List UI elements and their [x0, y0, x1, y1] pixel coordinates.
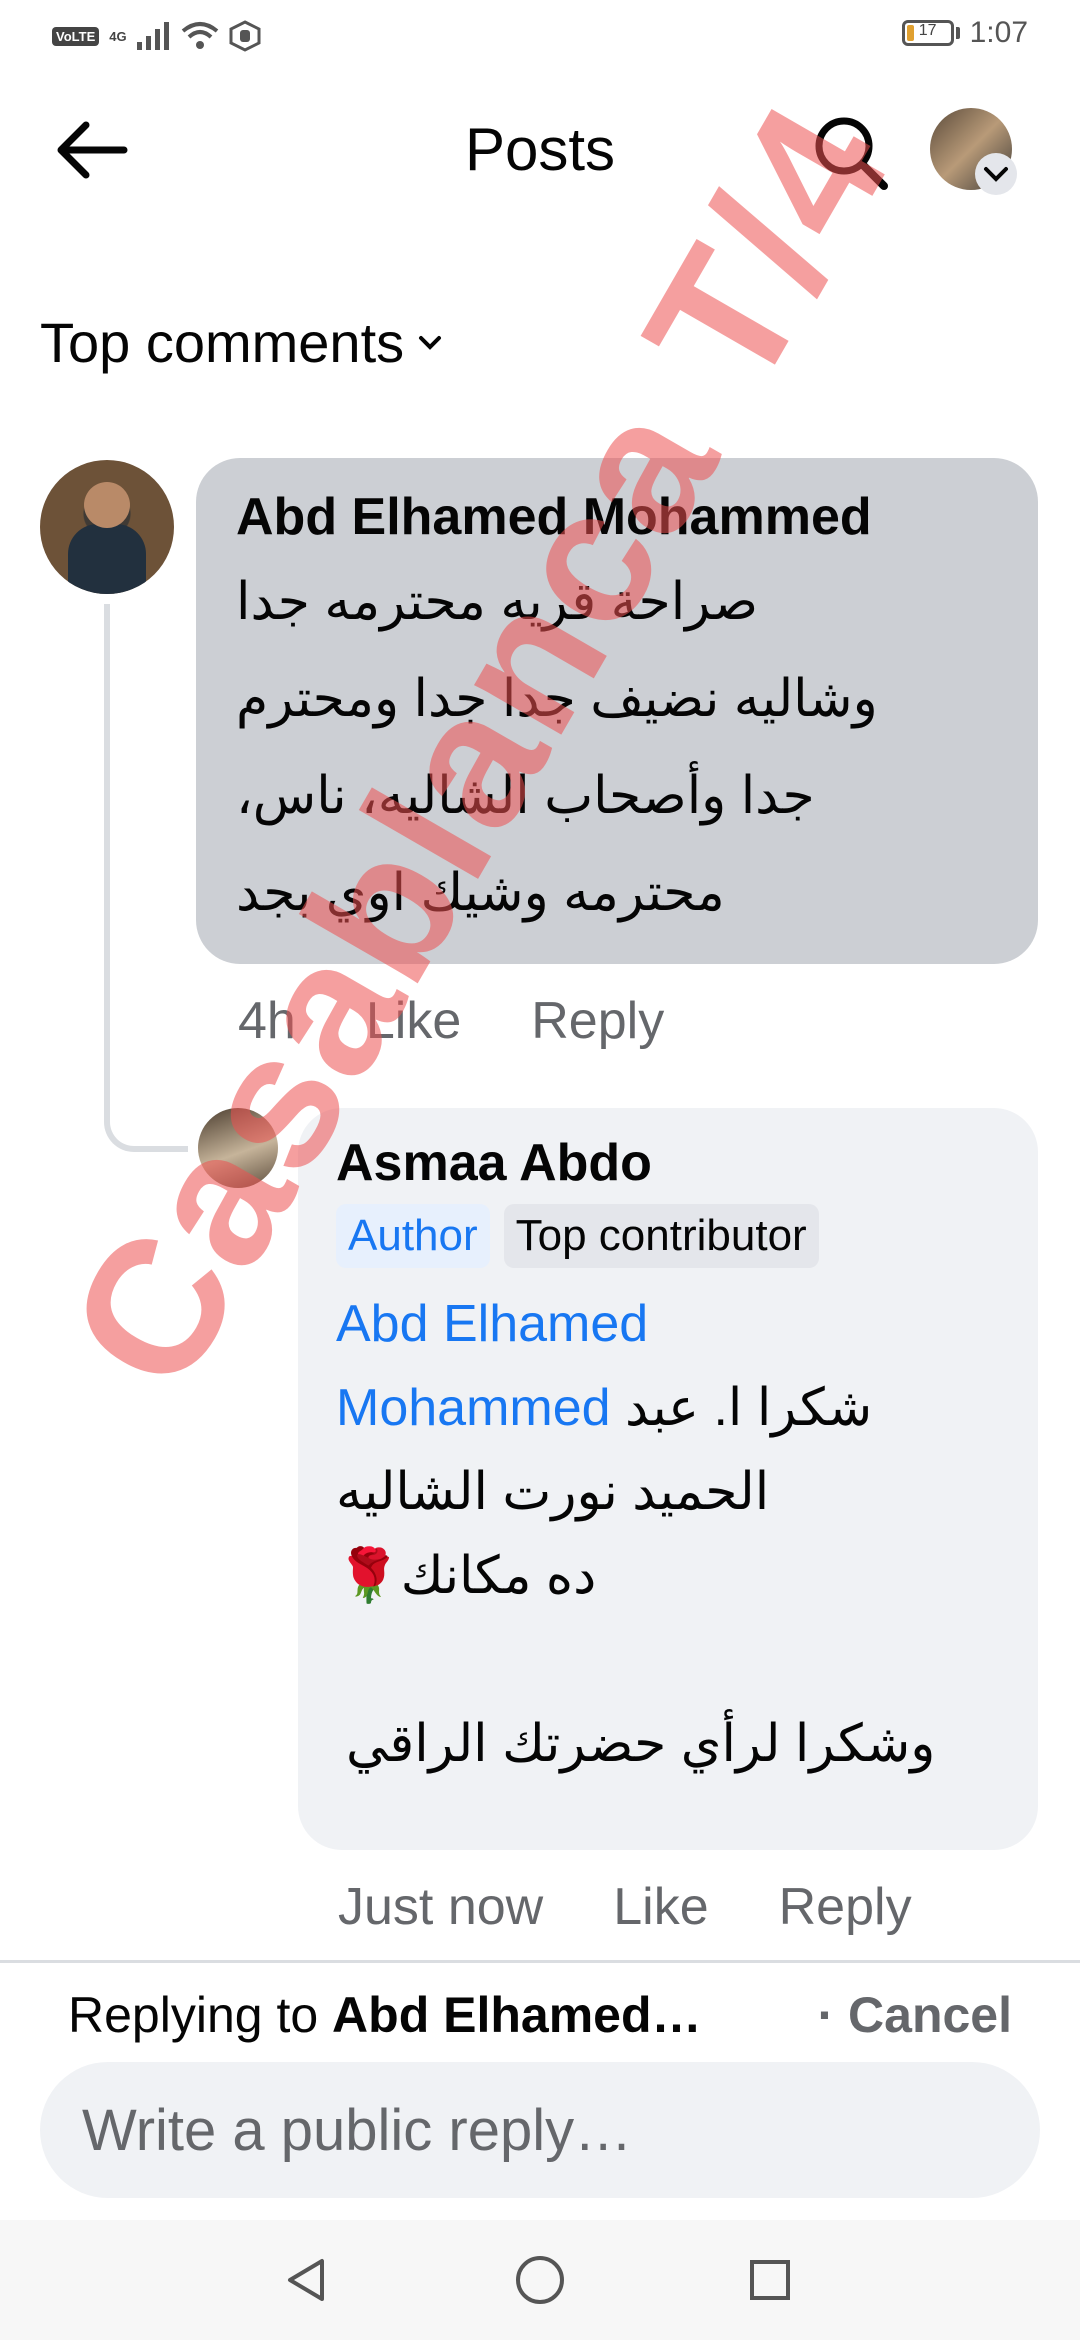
top-contributor-badge: Top contributor [503, 1204, 819, 1268]
clock: 1:07 [969, 16, 1028, 49]
comment-time: 4h [238, 992, 296, 1050]
volte-icon: VoLTE [52, 26, 100, 46]
battery-cap [955, 27, 960, 39]
battery-level: 17 [918, 22, 937, 39]
nav-back-button[interactable] [272, 2245, 342, 2315]
cancel-reply-button[interactable]: · Cancel [817, 1985, 1012, 2045]
like-button[interactable]: Like [613, 1872, 708, 1942]
battery-icon: 17 [901, 20, 954, 46]
nav-recents-button[interactable] [735, 2245, 805, 2315]
reply-line: الحميد نورت الشاليه [336, 1463, 770, 1521]
reply-button[interactable]: Reply [779, 1872, 912, 1942]
hand-icon [229, 20, 261, 52]
comment-line: وشاليه نضيف جدا جدا ومحترم [236, 670, 878, 728]
chevron-down-icon [984, 167, 1008, 182]
reply-text: Abd Elhamed Mohammed شكرا ا. عبد الحميد … [336, 1282, 1000, 1786]
commenter-avatar[interactable] [40, 460, 174, 594]
status-right: 17 1:07 [901, 16, 1028, 50]
comment-author[interactable]: Abd Elhamed Mohammed [236, 482, 998, 552]
reply-input[interactable] [40, 2062, 1040, 2198]
circle-home-icon [516, 2256, 564, 2304]
replying-name: Abd Elhamed… [332, 1987, 702, 2043]
status-left: VoLTE 4G [52, 20, 261, 52]
reply-time: Just now [338, 1878, 544, 1936]
comment-actions: 4h Like Reply [238, 986, 664, 1056]
triangle-back-icon [288, 2259, 324, 2301]
wifi-icon [181, 22, 218, 49]
chevron-down-icon [419, 336, 442, 350]
status-bar: VoLTE 4G 17 1:07 [0, 0, 1080, 75]
replying-prefix: Replying to [68, 1987, 333, 2043]
network-type: 4G [109, 28, 127, 44]
reply-thread-line [104, 604, 188, 1152]
author-badge: Author [336, 1204, 490, 1268]
reply-button[interactable]: Reply [531, 986, 664, 1056]
signal-icon [136, 22, 169, 50]
reply-line: شكرا ا. عبد [625, 1379, 873, 1437]
comment-filter-dropdown[interactable]: Top comments [40, 310, 442, 376]
like-button[interactable]: Like [366, 986, 461, 1056]
profile-menu-chevron[interactable] [975, 153, 1017, 195]
reply-actions: Just now Like Reply [338, 1872, 912, 1942]
nav-home-button[interactable] [505, 2245, 575, 2315]
comment-line: محترمه وشيك اوي بجد [236, 864, 725, 922]
replying-to-label: Replying to Abd Elhamed… [68, 1985, 702, 2045]
reply-line: ده مكانك🌹 [336, 1547, 597, 1605]
author-badges: Author Top contributor [336, 1204, 1000, 1268]
reply-bubble[interactable]: Asmaa Abdo Author Top contributor Abd El… [298, 1108, 1038, 1850]
search-icon [815, 117, 888, 190]
comment-line: صراحة قريه محترمه جدا [236, 573, 758, 631]
mention-link[interactable]: Mohammed [336, 1379, 611, 1437]
search-button[interactable] [810, 112, 890, 192]
square-recents-icon [750, 2260, 790, 2300]
page-title: Posts [464, 116, 616, 183]
comment-filter-label: Top comments [40, 311, 405, 374]
reply-line: وشكرا لرأي حضرتك الراقي [346, 1715, 936, 1773]
system-nav-bar [0, 2220, 1080, 2340]
reply-author[interactable]: Asmaa Abdo [336, 1128, 1000, 1198]
reply-author-avatar[interactable] [198, 1108, 278, 1188]
comment-bubble[interactable]: Abd Elhamed Mohammed صراحة قريه محترمه ج… [196, 458, 1038, 964]
comment-text: صراحة قريه محترمه جدا وشاليه نضيف جدا جد… [236, 554, 998, 942]
mention-link[interactable]: Abd Elhamed [336, 1295, 648, 1353]
comment-line: جدا وأصحاب الشاليه، ناس، [236, 767, 815, 825]
